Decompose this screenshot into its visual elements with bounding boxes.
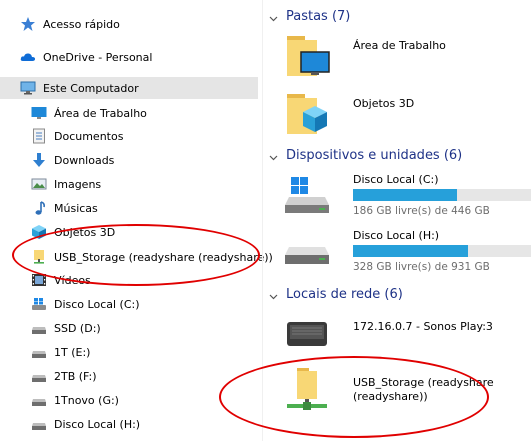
nav-item-drive-e[interactable]: 1T (E:) (31, 341, 90, 363)
drive-icon (31, 416, 47, 432)
drive-icon (31, 392, 47, 408)
nav-item-drive-g[interactable]: 1Tnovo (G:) (31, 389, 119, 411)
drive-name: Disco Local (C:) (353, 173, 439, 186)
windows-drive-icon (283, 171, 333, 215)
navigation-pane[interactable]: Acesso rápido OneDrive - Personal Este C… (0, 0, 273, 441)
cloud-icon (20, 49, 36, 65)
group-header-label: Dispositivos e unidades (6) (286, 147, 463, 163)
download-arrow-icon (31, 152, 47, 168)
network-folder-icon (283, 366, 333, 410)
desktop-folder-icon (283, 32, 333, 76)
chevron-down-icon (269, 290, 278, 299)
nav-item-label: Disco Local (H:) (54, 417, 141, 431)
drive-icon (31, 368, 47, 384)
folder-tile-label: Área de Trabalho (353, 39, 446, 52)
nav-item-label: Vídeos (54, 273, 91, 287)
nav-onedrive[interactable]: OneDrive - Personal (20, 46, 152, 68)
network-tile-usb-storage[interactable]: USB_Storage (readyshare (readyshare)) (283, 366, 523, 416)
network-tile-sonos[interactable]: 172.16.0.7 - Sonos Play:3 (283, 312, 523, 352)
group-header-folders[interactable]: Pastas (7) (269, 6, 350, 26)
drive-free-space: 328 GB livre(s) de 931 GB (353, 261, 490, 273)
drive-tile-h[interactable]: Disco Local (H:) 328 GB livre(s) de 931 … (283, 227, 531, 277)
folder-tile-desktop[interactable]: Área de Trabalho (283, 32, 523, 82)
network-name-line: USB_Storage (readyshare (353, 376, 494, 389)
network-name: 172.16.0.7 - Sonos Play:3 (353, 320, 493, 333)
nav-this-pc[interactable]: Este Computador (0, 77, 258, 99)
nav-item-downloads[interactable]: Downloads (31, 149, 114, 171)
chevron-down-icon (269, 12, 278, 21)
network-name-line: (readyshare)) (353, 390, 428, 403)
nav-onedrive-label: OneDrive - Personal (43, 50, 153, 64)
drive-icon (31, 344, 47, 360)
group-header-label: Locais de rede (6) (286, 286, 403, 302)
nav-item-pictures[interactable]: Imagens (31, 173, 101, 195)
nav-item-label: 1T (E:) (54, 345, 91, 359)
nav-item-label: Objetos 3D (54, 225, 116, 239)
nav-item-label: USB_Storage (readyshare (readyshare)) (54, 250, 273, 264)
drive-tile-c[interactable]: Disco Local (C:) 186 GB livre(s) de 446 … (283, 171, 531, 221)
nav-this-pc-label: Este Computador (43, 81, 139, 95)
film-icon (31, 272, 47, 288)
nav-item-3d-objects[interactable]: Objetos 3D (31, 221, 115, 243)
music-note-icon (31, 200, 47, 216)
content-pane[interactable]: Pastas (7) Área de Trabalho Objetos 3D D… (219, 0, 532, 441)
nav-item-label: 1Tnovo (G:) (54, 393, 119, 407)
computer-icon (20, 80, 36, 96)
nav-item-drive-f[interactable]: 2TB (F:) (31, 365, 97, 387)
document-icon (31, 128, 47, 144)
pictures-icon (31, 176, 47, 192)
nav-item-desktop[interactable]: Área de Trabalho (31, 102, 147, 124)
group-header-label: Pastas (7) (286, 8, 351, 24)
nav-item-label: Downloads (54, 153, 115, 167)
nav-item-videos[interactable]: Vídeos (31, 269, 91, 291)
network-name: USB_Storage (readyshare (readyshare)) (353, 376, 523, 404)
group-header-devices[interactable]: Dispositivos e unidades (6) (269, 145, 462, 165)
drive-icon (31, 320, 47, 336)
nav-item-label: 2TB (F:) (54, 369, 97, 383)
nav-item-label: Área de Trabalho (54, 106, 147, 120)
nav-item-usb-storage[interactable]: USB_Storage (readyshare (readyshare)) (31, 246, 273, 268)
folder-tile-3d-objects[interactable]: Objetos 3D (283, 90, 523, 140)
network-folder-icon (31, 249, 47, 265)
group-header-network[interactable]: Locais de rede (6) (269, 284, 403, 304)
3d-folder-icon (283, 90, 333, 134)
nav-item-label: Documentos (54, 129, 124, 143)
nav-item-music[interactable]: Músicas (31, 197, 98, 219)
drive-usage-fill (353, 245, 469, 257)
desktop-icon (31, 105, 47, 121)
nav-item-drive-d[interactable]: SSD (D:) (31, 317, 101, 339)
drive-free-space: 186 GB livre(s) de 446 GB (353, 205, 490, 217)
cube-3d-icon (31, 224, 47, 240)
nav-item-label: Disco Local (C:) (54, 297, 140, 311)
drive-icon (283, 227, 333, 271)
folder-tile-label: Objetos 3D (353, 97, 415, 110)
nav-quick-access-label: Acesso rápido (43, 17, 120, 31)
nav-item-label: Músicas (54, 201, 98, 215)
chevron-down-icon (269, 151, 278, 160)
nav-item-label: SSD (D:) (54, 321, 101, 335)
drive-usage-bar (353, 245, 531, 257)
drive-name: Disco Local (H:) (353, 229, 440, 242)
drive-usage-fill (353, 189, 457, 201)
nav-item-label: Imagens (54, 177, 102, 191)
media-device-icon (283, 312, 333, 356)
nav-item-drive-h[interactable]: Disco Local (H:) (31, 413, 140, 435)
nav-item-documents[interactable]: Documentos (31, 125, 123, 147)
windows-drive-icon (31, 296, 47, 312)
nav-quick-access[interactable]: Acesso rápido (20, 13, 120, 35)
star-icon (20, 16, 36, 32)
nav-item-drive-c[interactable]: Disco Local (C:) (31, 293, 140, 315)
drive-usage-bar (353, 189, 531, 201)
